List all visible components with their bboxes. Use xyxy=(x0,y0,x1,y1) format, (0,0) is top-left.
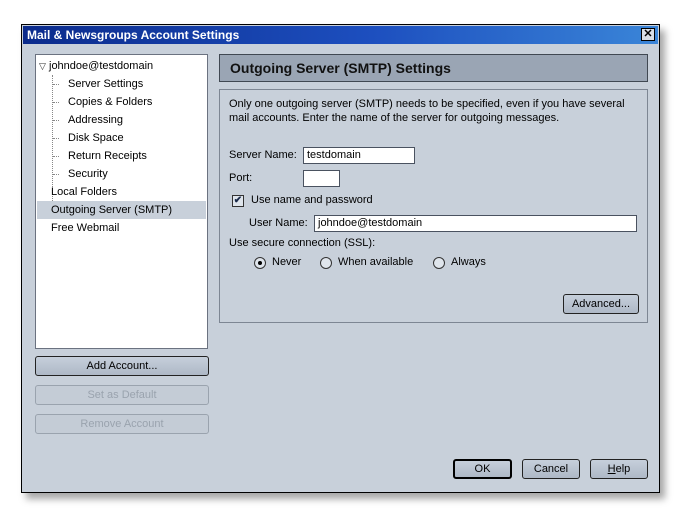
collapse-twisty-icon[interactable]: ▽ xyxy=(39,57,49,75)
help-label: elp xyxy=(615,463,631,475)
tree-item-return-receipts[interactable]: Return Receipts xyxy=(68,147,147,165)
smtp-settings-group: Only one outgoing server (SMTP) needs to… xyxy=(219,89,648,323)
ssl-when-available-label[interactable]: When available xyxy=(338,256,413,268)
help-button[interactable]: Help xyxy=(590,459,648,479)
tree-item-label: johndoe@testdomain xyxy=(49,60,154,72)
tree-guide-line xyxy=(53,174,59,175)
set-as-default-button[interactable]: Set as Default xyxy=(35,385,209,405)
window-title: Mail & Newsgroups Account Settings xyxy=(27,28,240,42)
tree-guide-line xyxy=(53,102,59,103)
panel-header: Outgoing Server (SMTP) Settings xyxy=(219,54,648,82)
title-bar[interactable]: Mail & Newsgroups Account Settings ✕ xyxy=(23,26,658,44)
ssl-when-available-radio[interactable] xyxy=(320,257,332,269)
use-name-password-label[interactable]: Use name and password xyxy=(251,194,373,206)
user-name-input[interactable]: johndoe@testdomain xyxy=(314,215,637,232)
tree-item-free-webmail[interactable]: Free Webmail xyxy=(51,219,119,237)
cancel-button[interactable]: Cancel xyxy=(522,459,580,479)
ssl-never-label[interactable]: Never xyxy=(272,256,301,268)
close-button[interactable]: ✕ xyxy=(641,28,655,41)
use-name-password-checkbox[interactable]: ✔ xyxy=(232,195,244,207)
ok-button[interactable]: OK xyxy=(453,459,512,479)
description-text: Only one outgoing server (SMTP) needs to… xyxy=(229,98,625,124)
account-tree[interactable]: ▽ johndoe@testdomain Server Settings Copi… xyxy=(35,54,208,349)
tree-guide-line xyxy=(53,138,59,139)
tree-item-security[interactable]: Security xyxy=(68,165,108,183)
account-settings-dialog: Mail & Newsgroups Account Settings ✕ ▽ jo… xyxy=(21,24,660,493)
port-input[interactable] xyxy=(303,170,340,187)
add-account-button[interactable]: Add Account... xyxy=(35,356,209,376)
ssl-never-radio[interactable] xyxy=(254,257,266,269)
tree-guide-line xyxy=(53,84,59,85)
ssl-always-radio[interactable] xyxy=(433,257,445,269)
checkmark-icon: ✔ xyxy=(233,195,243,206)
tree-item-addressing[interactable]: Addressing xyxy=(68,111,123,129)
port-label: Port: xyxy=(229,172,253,184)
advanced-button[interactable]: Advanced... xyxy=(563,294,639,314)
tree-item-account[interactable]: ▽ johndoe@testdomain xyxy=(39,57,153,75)
tree-guide-line xyxy=(53,156,59,157)
radio-selected-dot xyxy=(258,261,262,265)
help-mnemonic: H xyxy=(607,463,616,475)
tree-item-copies-folders[interactable]: Copies & Folders xyxy=(68,93,152,111)
remove-account-button[interactable]: Remove Account xyxy=(35,414,209,434)
tree-item-server-settings[interactable]: Server Settings xyxy=(68,75,143,93)
ssl-always-label[interactable]: Always xyxy=(451,256,486,268)
tree-guide-line xyxy=(53,120,59,121)
server-name-input[interactable]: testdomain xyxy=(303,147,415,164)
tree-item-outgoing-server[interactable]: Outgoing Server (SMTP) xyxy=(37,201,206,219)
tree-item-local-folders[interactable]: Local Folders xyxy=(51,183,117,201)
tree-item-disk-space[interactable]: Disk Space xyxy=(68,129,124,147)
server-name-label: Server Name: xyxy=(229,149,297,161)
close-icon: ✕ xyxy=(643,28,653,40)
user-name-label: User Name: xyxy=(249,217,308,229)
ssl-label: Use secure connection (SSL): xyxy=(229,237,376,249)
